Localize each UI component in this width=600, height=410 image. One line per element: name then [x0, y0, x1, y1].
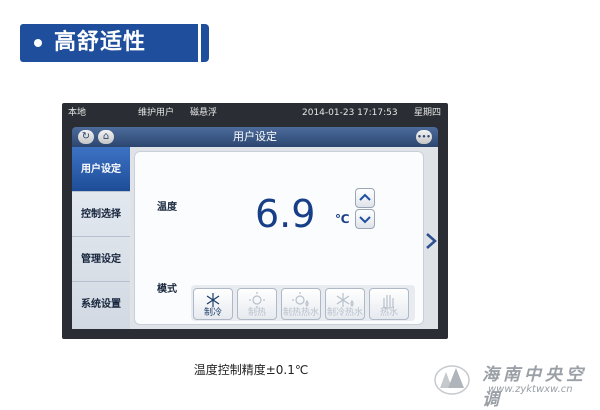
control-panel-device: 本地 维护用户 磁悬浮 2014-01-23 17:17:53 星期四 ↻ ⌂ … [62, 103, 448, 339]
status-weekday: 星期四 [414, 108, 442, 118]
title-bar: ↻ ⌂ 用户设定 ••• [72, 127, 438, 147]
temp-unit: ℃ [335, 212, 350, 226]
sidebar-item-control-select[interactable]: 控制选择 [72, 192, 130, 237]
sidebar-item-management[interactable]: 管理设定 [72, 237, 130, 282]
caption: 温度控制精度±0.1℃ [193, 363, 309, 377]
temp-up-button[interactable] [355, 188, 375, 208]
heading-title: 高舒适性 [54, 30, 147, 55]
sidebar: 用户设定 控制选择 管理设定 系统设置 [72, 147, 130, 329]
snowflake-icon [206, 293, 220, 307]
watermark-logo [434, 365, 470, 395]
status-mode: 磁悬浮 [190, 108, 218, 118]
heading-badge: 高舒适性 [20, 24, 209, 62]
hand-icon [382, 295, 395, 309]
mode-cool-water-button[interactable]: 制冷热水 [325, 288, 365, 320]
mode-heat-button[interactable]: 制热 [237, 288, 277, 320]
badge-tab [201, 24, 209, 62]
mode-heat-water-label: 制热热水 [282, 308, 319, 318]
snowflake-drop-icon [336, 293, 354, 307]
status-user: 维护用户 [138, 108, 175, 118]
temp-down-button[interactable] [355, 209, 375, 229]
chevron-down-icon [359, 216, 371, 224]
status-bar: 本地 维护用户 磁悬浮 2014-01-23 17:17:53 星期四 [62, 103, 448, 123]
temp-label: 温度 [157, 202, 177, 213]
screen-title: 用户设定 [233, 130, 277, 143]
sun-drop-icon [292, 292, 309, 307]
chevron-right-icon[interactable] [424, 232, 438, 250]
sun-icon [249, 292, 265, 308]
chevron-up-icon [359, 193, 371, 201]
watermark-url: www.zyktwxw.cn [488, 384, 573, 395]
temp-value: 6.9 [255, 192, 316, 236]
sidebar-item-system-settings[interactable]: 系统设置 [72, 282, 130, 327]
mode-water-label: 热水 [379, 308, 398, 318]
settings-panel: 温度 6.9 ℃ 模式 制冷 制热 制热热水 制冷热水 热水 [134, 151, 424, 325]
mode-water-button[interactable]: 热水 [369, 288, 409, 320]
mode-heat-water-button[interactable]: 制热热水 [281, 288, 321, 320]
bullet-dot [34, 39, 42, 47]
mode-cool-button[interactable]: 制冷 [193, 288, 233, 320]
mode-label: 模式 [157, 284, 177, 295]
status-datetime: 2014-01-23 17:17:53 [302, 108, 398, 118]
mode-cool-label: 制冷 [203, 308, 222, 318]
mode-heat-label: 制热 [247, 308, 266, 318]
sidebar-item-user-settings[interactable]: 用户设定 [72, 147, 130, 192]
more-button[interactable]: ••• [416, 130, 432, 144]
more-icon: ••• [417, 133, 431, 141]
status-location: 本地 [68, 108, 87, 118]
screen: 用户设定 控制选择 管理设定 系统设置 温度 6.9 ℃ 模式 制冷 制热 制热… [72, 147, 438, 329]
mode-cool-water-label: 制冷热水 [326, 308, 363, 318]
